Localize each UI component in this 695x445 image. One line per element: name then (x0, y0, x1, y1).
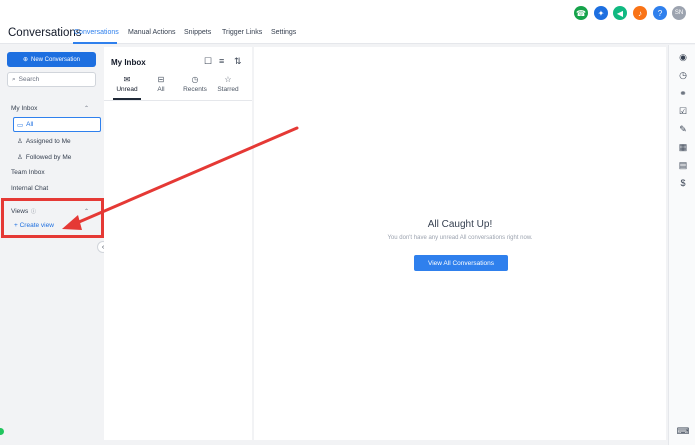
search-input[interactable] (18, 76, 89, 83)
inbox-tab-all[interactable]: ⊟ All (146, 75, 176, 93)
my-inbox-label[interactable]: My Inbox (11, 105, 37, 112)
clock-icon: ◷ (191, 75, 199, 84)
team-inbox-link[interactable]: Team Inbox (11, 169, 45, 176)
conversation-main: All Caught Up! You don't have any unread… (254, 47, 666, 440)
history-icon[interactable]: ◷ (677, 69, 689, 81)
annotation-highlight-box (1, 198, 104, 238)
filter-icon[interactable]: ≡ (219, 56, 224, 66)
search-icon: ⌕ (12, 75, 16, 83)
select-all-checkbox[interactable]: ☐ (204, 56, 212, 67)
tab-snippets[interactable]: Snippets (184, 29, 211, 36)
mail-icon: ✉ (123, 75, 131, 84)
tab-manual-actions[interactable]: Manual Actions (128, 29, 175, 36)
inbox-icon: ▭ (17, 121, 24, 129)
pen-icon[interactable]: ✎ (677, 123, 689, 135)
dollar-icon[interactable]: $ (677, 177, 689, 189)
empty-state-title: All Caught Up! (427, 219, 493, 230)
task-icon[interactable]: ☑ (677, 105, 689, 117)
keyboard-icon[interactable]: ⌨ (677, 425, 690, 437)
tab-conversations[interactable]: Conversations (74, 29, 119, 36)
help-icon[interactable]: ? (653, 6, 667, 20)
inbox-tab-label: Starred (217, 86, 239, 93)
app-title: Conversations (8, 27, 82, 39)
star-icon: ☆ (224, 75, 232, 84)
inbox-title: My Inbox (111, 58, 146, 67)
sort-icon[interactable]: ⇅ (234, 56, 242, 67)
internal-chat-link[interactable]: Internal Chat (11, 185, 48, 192)
empty-state-subtitle: You don't have any unread All conversati… (387, 235, 533, 241)
new-conversation-label: New Conversation (31, 56, 81, 63)
workflow-icon[interactable]: ⚭ (677, 87, 689, 99)
user-icon: ♙ (17, 138, 23, 145)
inbox-tab-label: Recents (183, 86, 207, 93)
inbox-tab-unread[interactable]: ✉ Unread (112, 75, 142, 93)
tab-trigger-links[interactable]: Trigger Links (222, 29, 262, 36)
phone-icon[interactable]: ☎ (574, 6, 588, 20)
inbox-tab-label: All (157, 86, 165, 93)
inbox-tab-label: Unread (116, 86, 138, 93)
top-bar: Conversations Conversations Manual Actio… (0, 0, 695, 44)
search-box[interactable]: ⌕ (7, 72, 96, 87)
inbox-tab-starred[interactable]: ☆ Starred (213, 75, 243, 93)
document-icon[interactable]: ▤ (677, 159, 689, 171)
avatar[interactable]: SN (672, 6, 686, 20)
inbox-tab-recents[interactable]: ◷ Recents (180, 75, 210, 93)
sidebar-item-label: Assigned to Me (25, 137, 71, 145)
user-follow-icon: ♙ (17, 154, 23, 161)
bell-icon[interactable]: ♪ (633, 6, 647, 20)
sidebar-item-all[interactable]: ▭ All (13, 117, 101, 132)
sidebar-item-followed-by-me[interactable]: ♙ Followed by Me (17, 153, 72, 162)
chat-plus-icon: ⊕ (22, 57, 28, 63)
sidebar-item-assigned-to-me[interactable]: ♙ Assigned to Me (17, 137, 71, 146)
sidebar: ⊕ New Conversation ⌕ My Inbox ⌃ ▭ All ♙ … (0, 45, 109, 445)
right-rail: ◉ ◷ ⚭ ☑ ✎ ▦ ▤ $ ⌨ (668, 45, 695, 445)
chevron-up-icon[interactable]: ⌃ (84, 105, 89, 112)
divider (104, 100, 252, 101)
megaphone-icon[interactable]: ◀ (613, 6, 627, 20)
tab-settings[interactable]: Settings (271, 29, 296, 36)
tray-icon: ⊟ (157, 75, 165, 84)
sidebar-item-label: Followed by Me (25, 153, 72, 161)
contact-icon[interactable]: ◉ (677, 51, 689, 63)
sidebar-item-label: All (26, 121, 34, 128)
inbox-panel: My Inbox ☐ ≡ ⇅ ✉ Unread ⊟ All ◷ Recents … (104, 47, 252, 440)
view-all-conversations-button[interactable]: View All Conversations (414, 255, 508, 271)
calendar-icon[interactable]: ▦ (677, 141, 689, 153)
active-tab-indicator (73, 42, 117, 44)
magic-icon[interactable]: ✦ (594, 6, 608, 20)
new-conversation-button[interactable]: ⊕ New Conversation (7, 52, 96, 67)
